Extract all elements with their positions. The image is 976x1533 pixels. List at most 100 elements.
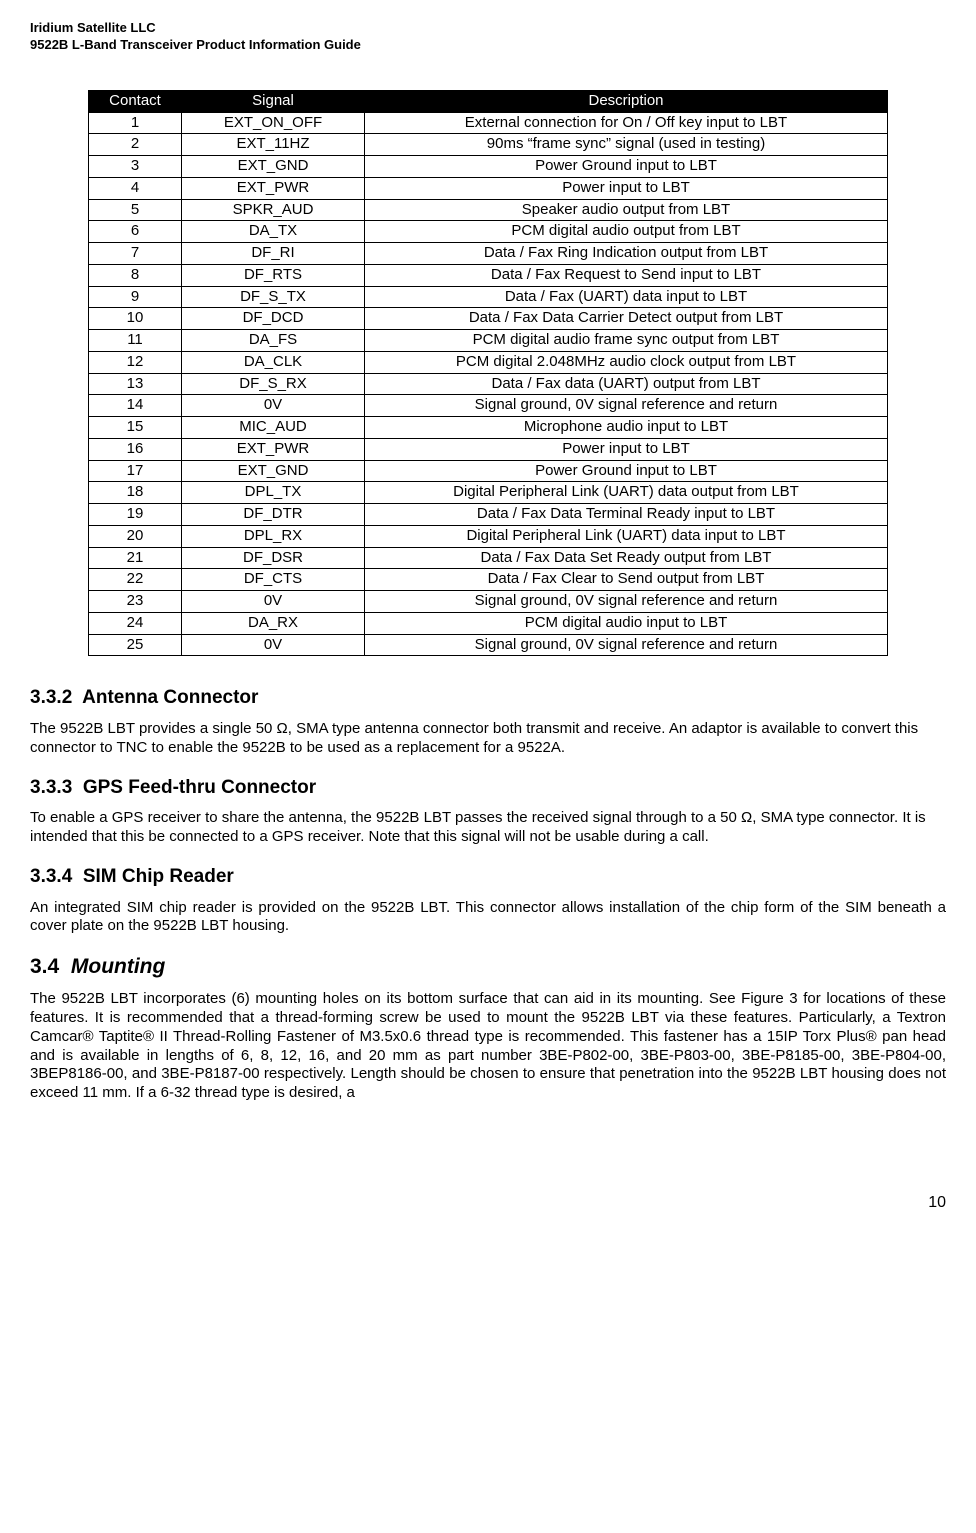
- heading-title: GPS Feed-thru Connector: [83, 777, 316, 798]
- cell-contact: 23: [89, 591, 182, 613]
- cell-description: Digital Peripheral Link (UART) data outp…: [365, 482, 888, 504]
- th-description: Description: [365, 90, 888, 112]
- table-row: 2EXT_11HZ90ms “frame sync” signal (used …: [89, 134, 888, 156]
- body-mounting: The 9522B LBT incorporates (6) mounting …: [30, 990, 946, 1103]
- cell-description: Data / Fax Data Set Ready output from LB…: [365, 547, 888, 569]
- cell-description: Signal ground, 0V signal reference and r…: [365, 395, 888, 417]
- table-row: 140VSignal ground, 0V signal reference a…: [89, 395, 888, 417]
- table-row: 8DF_RTSData / Fax Request to Send input …: [89, 264, 888, 286]
- cell-contact: 11: [89, 330, 182, 352]
- cell-contact: 9: [89, 286, 182, 308]
- cell-description: Speaker audio output from LBT: [365, 199, 888, 221]
- cell-description: PCM digital 2.048MHz audio clock output …: [365, 351, 888, 373]
- cell-signal: EXT_PWR: [182, 177, 365, 199]
- body-sim-reader: An integrated SIM chip reader is provide…: [30, 899, 946, 937]
- heading-title: Mounting: [71, 955, 165, 978]
- cell-contact: 20: [89, 525, 182, 547]
- heading-num: 3.3.3: [30, 777, 72, 798]
- table-row: 4EXT_PWRPower input to LBT: [89, 177, 888, 199]
- cell-contact: 8: [89, 264, 182, 286]
- cell-signal: EXT_11HZ: [182, 134, 365, 156]
- cell-signal: DA_FS: [182, 330, 365, 352]
- cell-contact: 7: [89, 243, 182, 265]
- cell-description: Data / Fax Ring Indication output from L…: [365, 243, 888, 265]
- cell-signal: EXT_GND: [182, 156, 365, 178]
- cell-description: Data / Fax Data Carrier Detect output fr…: [365, 308, 888, 330]
- cell-description: Data / Fax data (UART) output from LBT: [365, 373, 888, 395]
- cell-signal: SPKR_AUD: [182, 199, 365, 221]
- cell-description: Data / Fax Data Terminal Ready input to …: [365, 504, 888, 526]
- table-row: 9DF_S_TXData / Fax (UART) data input to …: [89, 286, 888, 308]
- cell-description: 90ms “frame sync” signal (used in testin…: [365, 134, 888, 156]
- th-signal: Signal: [182, 90, 365, 112]
- table-row: 21DF_DSRData / Fax Data Set Ready output…: [89, 547, 888, 569]
- cell-contact: 25: [89, 634, 182, 656]
- cell-contact: 4: [89, 177, 182, 199]
- cell-description: Microphone audio input to LBT: [365, 417, 888, 439]
- table-row: 250VSignal ground, 0V signal reference a…: [89, 634, 888, 656]
- cell-signal: DF_DTR: [182, 504, 365, 526]
- cell-signal: 0V: [182, 395, 365, 417]
- cell-signal: EXT_PWR: [182, 438, 365, 460]
- header-line2: 9522B L-Band Transceiver Product Informa…: [30, 37, 946, 54]
- cell-signal: DF_RTS: [182, 264, 365, 286]
- page-number: 10: [30, 1193, 946, 1213]
- cell-signal: 0V: [182, 634, 365, 656]
- cell-description: Power Ground input to LBT: [365, 460, 888, 482]
- cell-signal: DPL_RX: [182, 525, 365, 547]
- cell-contact: 19: [89, 504, 182, 526]
- cell-contact: 3: [89, 156, 182, 178]
- th-contact: Contact: [89, 90, 182, 112]
- cell-contact: 15: [89, 417, 182, 439]
- cell-signal: DF_S_TX: [182, 286, 365, 308]
- body-gps-connector: To enable a GPS receiver to share the an…: [30, 809, 946, 847]
- cell-signal: EXT_GND: [182, 460, 365, 482]
- cell-signal: DF_DCD: [182, 308, 365, 330]
- cell-description: External connection for On / Off key inp…: [365, 112, 888, 134]
- cell-description: Data / Fax Clear to Send output from LBT: [365, 569, 888, 591]
- cell-contact: 5: [89, 199, 182, 221]
- heading-antenna-connector: 3.3.2 Antenna Connector: [30, 686, 946, 710]
- table-row: 5SPKR_AUDSpeaker audio output from LBT: [89, 199, 888, 221]
- heading-sim-reader: 3.3.4 SIM Chip Reader: [30, 865, 946, 889]
- cell-signal: DF_S_RX: [182, 373, 365, 395]
- table-row: 13DF_S_RXData / Fax data (UART) output f…: [89, 373, 888, 395]
- heading-num: 3.4: [30, 955, 59, 978]
- heading-title: SIM Chip Reader: [83, 866, 234, 887]
- table-row: 3EXT_GNDPower Ground input to LBT: [89, 156, 888, 178]
- cell-contact: 22: [89, 569, 182, 591]
- heading-num: 3.3.2: [30, 687, 72, 708]
- cell-contact: 14: [89, 395, 182, 417]
- cell-signal: DF_DSR: [182, 547, 365, 569]
- cell-contact: 17: [89, 460, 182, 482]
- cell-contact: 10: [89, 308, 182, 330]
- cell-contact: 24: [89, 612, 182, 634]
- contact-signal-table: Contact Signal Description 1EXT_ON_OFFEx…: [88, 90, 888, 657]
- cell-contact: 13: [89, 373, 182, 395]
- cell-signal: MIC_AUD: [182, 417, 365, 439]
- table-row: 11DA_FSPCM digital audio frame sync outp…: [89, 330, 888, 352]
- cell-description: Power Ground input to LBT: [365, 156, 888, 178]
- cell-description: Power input to LBT: [365, 438, 888, 460]
- cell-signal: 0V: [182, 591, 365, 613]
- header-line1: Iridium Satellite LLC: [30, 20, 946, 37]
- cell-description: Digital Peripheral Link (UART) data inpu…: [365, 525, 888, 547]
- cell-signal: DF_CTS: [182, 569, 365, 591]
- table-row: 24DA_RXPCM digital audio input to LBT: [89, 612, 888, 634]
- cell-contact: 2: [89, 134, 182, 156]
- cell-description: PCM digital audio input to LBT: [365, 612, 888, 634]
- table-row: 20DPL_RXDigital Peripheral Link (UART) d…: [89, 525, 888, 547]
- document-header: Iridium Satellite LLC 9522B L-Band Trans…: [30, 20, 946, 54]
- table-header-row: Contact Signal Description: [89, 90, 888, 112]
- cell-description: PCM digital audio frame sync output from…: [365, 330, 888, 352]
- table-row: 19DF_DTRData / Fax Data Terminal Ready i…: [89, 504, 888, 526]
- cell-description: Signal ground, 0V signal reference and r…: [365, 591, 888, 613]
- cell-contact: 12: [89, 351, 182, 373]
- table-row: 12DA_CLKPCM digital 2.048MHz audio clock…: [89, 351, 888, 373]
- cell-signal: DF_RI: [182, 243, 365, 265]
- cell-description: Data / Fax Request to Send input to LBT: [365, 264, 888, 286]
- cell-contact: 18: [89, 482, 182, 504]
- heading-num: 3.3.4: [30, 866, 72, 887]
- table-row: 6DA_TXPCM digital audio output from LBT: [89, 221, 888, 243]
- cell-contact: 16: [89, 438, 182, 460]
